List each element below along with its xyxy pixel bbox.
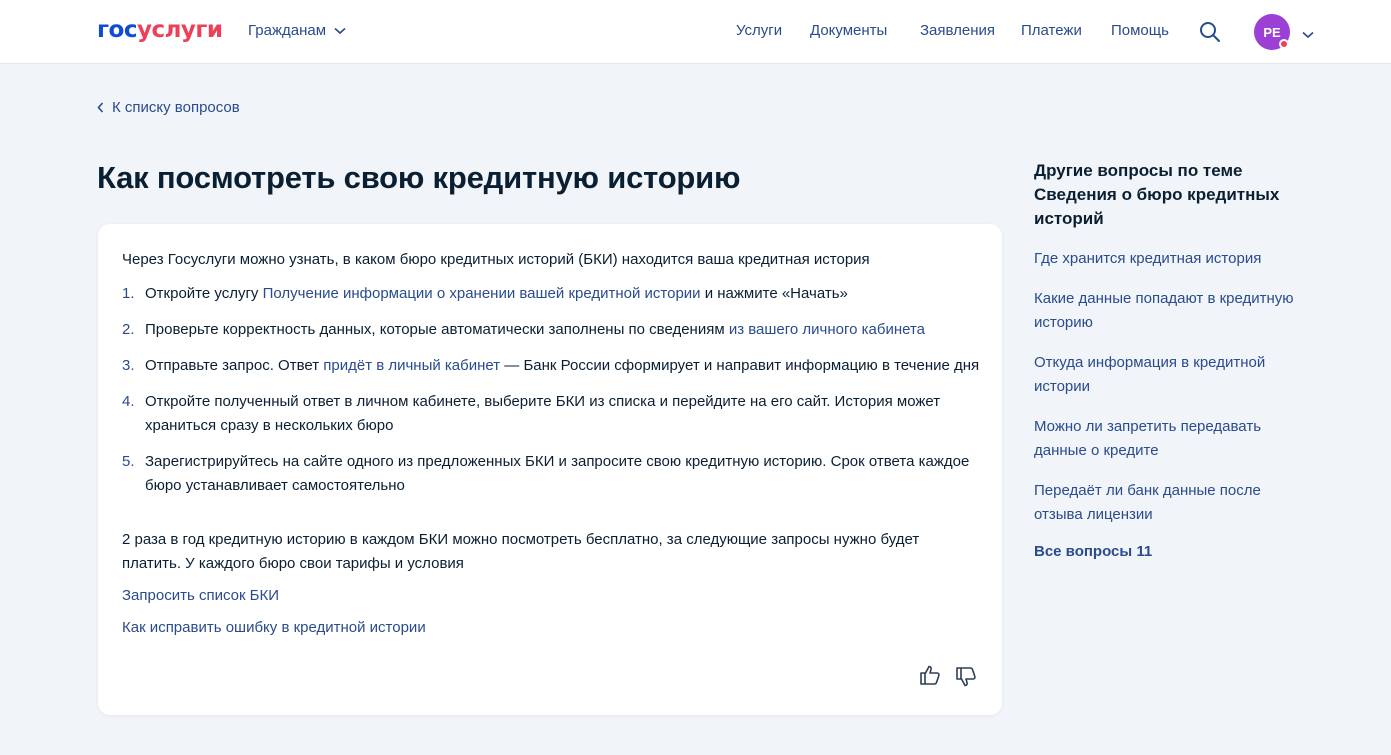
related-question-link[interactable]: Передаёт ли банк данные после отзыва лиц…: [1034, 479, 1294, 527]
avatar-initials: РЕ: [1263, 24, 1281, 40]
step-text-end: — Банк России сформирует и направит инфо…: [500, 357, 980, 374]
thumbs-down-icon[interactable]: [955, 666, 977, 693]
step-number: 3.: [122, 357, 135, 374]
request-bki-list-link[interactable]: Запросить список БКИ: [122, 587, 279, 604]
all-questions-link[interactable]: Все вопросы 11: [1034, 543, 1152, 560]
search-icon[interactable]: [1198, 20, 1222, 49]
related-questions-title: Другие вопросы по теме Сведения о бюро к…: [1034, 161, 1280, 228]
gosuslugi-logo[interactable]: госуслуги: [97, 17, 223, 43]
step-item: 1. Откройте услугу Получение информации …: [122, 282, 982, 306]
nav-applications[interactable]: Заявления: [920, 22, 995, 39]
step-number: 1.: [122, 285, 135, 302]
step-text: Откройте полученный ответ в личном кабин…: [145, 393, 941, 434]
page-title: Как посмотреть свою кредитную историю: [97, 160, 741, 195]
related-question-link[interactable]: Откуда информация в кредитной истории: [1034, 351, 1294, 399]
step-number: 2.: [122, 321, 135, 338]
inbox-link[interactable]: придёт в личный кабинет: [323, 357, 500, 374]
related-question-link[interactable]: Где хранится кредитная история: [1034, 247, 1294, 271]
nav-payments[interactable]: Платежи: [1021, 22, 1082, 39]
back-link-label: К списку вопросов: [112, 99, 240, 116]
answer-card: Через Госуслуги можно узнать, в каком бю…: [98, 224, 1002, 715]
service-link[interactable]: Получение информации о хранении вашей кр…: [263, 285, 701, 302]
profile-chevron-down-icon[interactable]: [1302, 26, 1314, 44]
notification-dot: [1279, 39, 1289, 49]
top-header: госуслуги Гражданам Услуги Документы Зая…: [0, 0, 1391, 64]
steps-list: 1. Откройте услугу Получение информации …: [122, 282, 982, 498]
chevron-left-icon: [97, 102, 104, 113]
step-item: 3. Отправьте запрос. Ответ придёт в личн…: [122, 354, 982, 378]
step-text: Проверьте корректность данных, которые а…: [145, 321, 729, 338]
step-number: 4.: [122, 393, 135, 410]
answer-outro: 2 раза в год кредитную историю в каждом …: [122, 531, 920, 572]
personal-account-link[interactable]: из вашего личного кабинета: [729, 321, 925, 338]
step-text: Откройте услугу: [145, 285, 263, 302]
back-to-questions-link[interactable]: К списку вопросов: [97, 99, 240, 116]
step-item: 2. Проверьте корректность данных, которы…: [122, 318, 982, 342]
thumbs-up-icon[interactable]: [919, 664, 941, 691]
chevron-down-icon: [334, 27, 346, 34]
citizens-label: Гражданам: [248, 22, 327, 39]
related-question-link[interactable]: Какие данные попадают в кредитную истори…: [1034, 287, 1294, 335]
nav-documents[interactable]: Документы: [810, 22, 887, 39]
step-text: Отправьте запрос. Ответ: [145, 357, 324, 374]
related-question-link[interactable]: Можно ли запретить передавать данные о к…: [1034, 415, 1294, 463]
fix-error-link[interactable]: Как исправить ошибку в кредитной истории: [122, 619, 426, 636]
nav-services[interactable]: Услуги: [736, 22, 782, 39]
step-text: Зарегистрируйтесь на сайте одного из пре…: [145, 453, 970, 494]
answer-intro: Через Госуслуги можно узнать, в каком бю…: [122, 251, 870, 268]
nav-help[interactable]: Помощь: [1111, 22, 1169, 39]
step-item: 4. Откройте полученный ответ в личном ка…: [122, 390, 982, 438]
step-text-end: и нажмите «Начать»: [700, 285, 848, 302]
step-number: 5.: [122, 453, 135, 470]
step-item: 5. Зарегистрируйтесь на сайте одного из …: [122, 450, 982, 498]
citizens-dropdown[interactable]: Гражданам: [248, 22, 346, 39]
